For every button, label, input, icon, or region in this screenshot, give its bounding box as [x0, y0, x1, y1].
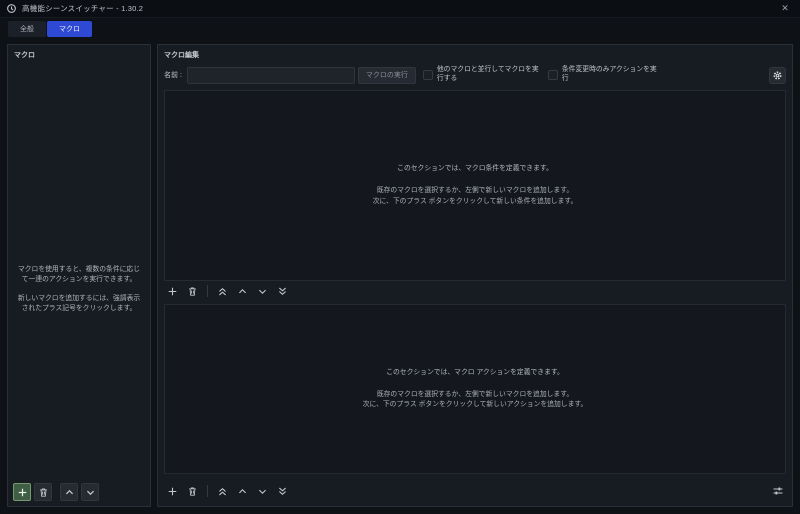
toolbar-separator — [207, 485, 208, 497]
move-macro-up-button[interactable] — [60, 483, 78, 501]
close-icon[interactable]: ✕ — [776, 2, 794, 16]
macro-settings-button[interactable] — [769, 66, 786, 84]
condition-move-up-button[interactable] — [236, 285, 249, 298]
trash-icon — [38, 487, 49, 498]
macro-list-toolbar — [13, 483, 99, 501]
add-condition-button[interactable] — [166, 285, 179, 298]
action-move-down-button[interactable] — [256, 485, 269, 498]
action-hint-line1: 既存のマクロを選択するか、左側で新しいマクロを追加します。 — [376, 390, 574, 398]
macro-list-hint: マクロを使用すると、複数の条件に応じて一連のアクションを実行できます。 新しいマ… — [17, 265, 141, 313]
run-options-button[interactable] — [771, 485, 784, 498]
window-title: 高機能シーンスイッチャー - 1.30.2 — [22, 4, 144, 13]
action-move-top-button[interactable] — [216, 485, 229, 498]
condition-hint-title: このセクションでは、マクロ条件を定義できます。 — [397, 165, 553, 173]
action-hint-title: このセクションでは、マクロ アクションを定義できます。 — [386, 368, 564, 376]
run-macro-button[interactable]: マクロの実行 — [357, 66, 416, 84]
condition-hint: このセクションでは、マクロ条件を定義できます。 既存のマクロを選択するか、左側で… — [373, 164, 578, 207]
macro-panel: マクロ マクロを使用すると、複数の条件に応じて一連のアクションを実行できます。 … — [7, 44, 151, 507]
on-change-checkbox[interactable] — [547, 70, 558, 80]
macro-edit-panel: マクロ編集 名前 : マクロの実行 他のマクロと並行してマクロを実行する 条件変… — [157, 44, 793, 507]
chevron-up-icon — [64, 487, 75, 498]
action-list[interactable]: このセクションでは、マクロ アクションを定義できます。 既存のマクロを選択するか… — [164, 304, 786, 474]
advanced-scene-switcher-window: 高機能シーンスイッチャー - 1.30.2 ✕ 全般 マクロ マクロ マクロを使… — [0, 0, 800, 514]
condition-hint-line2: 次に、下のプラス ボタンをクリックして新しい条件を追加します。 — [372, 197, 578, 205]
action-toolbar — [166, 483, 784, 499]
toolbar-separator — [207, 285, 208, 297]
tabbar: 全般 マクロ — [8, 21, 92, 38]
gear-icon — [772, 70, 783, 81]
condition-move-top-button[interactable] — [216, 285, 229, 298]
chevron-down-icon — [85, 487, 96, 498]
titlebar[interactable]: 高機能シーンスイッチャー - 1.30.2 ✕ — [0, 0, 800, 18]
condition-move-down-button[interactable] — [256, 285, 269, 298]
macro-name-input[interactable] — [186, 66, 355, 84]
name-label: 名前 : — [164, 72, 182, 79]
plus-icon — [17, 487, 28, 498]
scene-switcher-icon — [6, 3, 17, 14]
on-change-label: 条件変更時のみアクションを実行 — [561, 66, 657, 82]
macro-list[interactable]: マクロを使用すると、複数の条件に応じて一連のアクションを実行できます。 新しいマ… — [10, 63, 148, 478]
condition-hint-line1: 既存のマクロを選択するか、左側で新しいマクロを追加します。 — [376, 187, 574, 195]
run-parallel-label: 他のマクロと並行してマクロを実行する — [436, 66, 539, 82]
action-move-up-button[interactable] — [236, 485, 249, 498]
add-macro-button[interactable] — [13, 483, 31, 501]
condition-move-bottom-button[interactable] — [276, 285, 289, 298]
remove-action-button[interactable] — [186, 485, 199, 498]
remove-macro-button[interactable] — [34, 483, 52, 501]
tab-general[interactable]: 全般 — [8, 21, 46, 37]
sliders-icon — [772, 485, 784, 497]
macro-panel-title: マクロ — [14, 52, 35, 59]
run-parallel-checkbox[interactable] — [422, 70, 433, 80]
macro-hint-usage: マクロを使用すると、複数の条件に応じて一連のアクションを実行できます。 — [17, 266, 141, 283]
macro-edit-title: マクロ編集 — [164, 52, 199, 59]
action-move-bottom-button[interactable] — [276, 485, 289, 498]
remove-condition-button[interactable] — [186, 285, 199, 298]
move-macro-down-button[interactable] — [81, 483, 99, 501]
condition-list[interactable]: このセクションでは、マクロ条件を定義できます。 既存のマクロを選択するか、左側で… — [164, 90, 786, 281]
condition-toolbar — [166, 283, 784, 299]
action-hint-line2: 次に、下のプラス ボタンをクリックして新しいアクションを追加します。 — [362, 401, 588, 409]
action-hint: このセクションでは、マクロ アクションを定義できます。 既存のマクロを選択するか… — [363, 368, 588, 411]
tab-macro[interactable]: マクロ — [47, 21, 92, 37]
add-action-button[interactable] — [166, 485, 179, 498]
macro-hint-add: 新しいマクロを追加するには、強調表示されたプラス記号をクリックします。 — [17, 294, 141, 312]
macro-name-row: 名前 : マクロの実行 他のマクロと並行してマクロを実行する 条件変更時のみアク… — [164, 64, 786, 86]
